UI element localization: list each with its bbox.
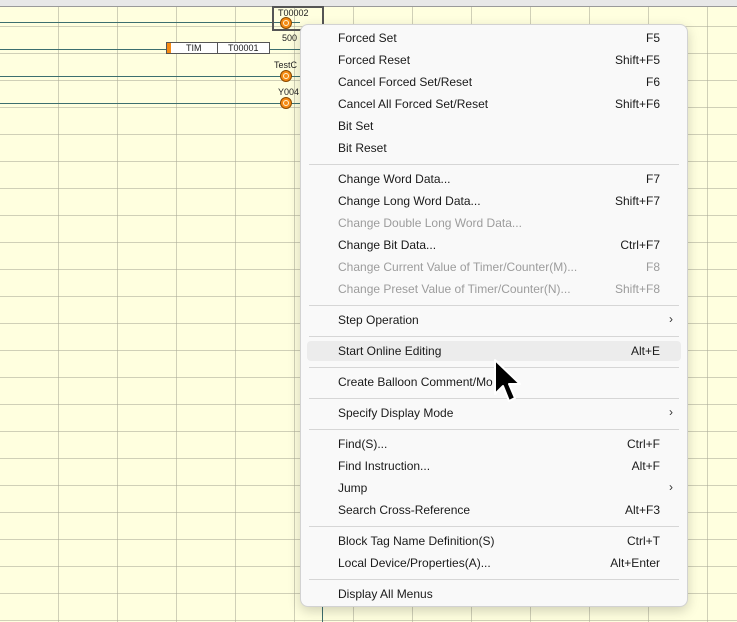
menu-item-cancel-forced-set-reset[interactable]: Cancel Forced Set/Reset F6 xyxy=(307,72,681,92)
menu-item-label: Cancel Forced Set/Reset xyxy=(338,75,473,89)
device-label: TestC xyxy=(274,60,298,70)
menu-item-label: Local Device/Properties(A)... xyxy=(338,556,491,570)
menu-item-label: Start Online Editing xyxy=(338,344,442,358)
menu-item-find-instruction[interactable]: Find Instruction... Alt+F xyxy=(307,456,681,476)
context-menu: Forced Set F5 Forced Reset Shift+F5 Cancel F… xyxy=(300,24,688,607)
menu-item-change-word-data[interactable]: Change Word Data... F7 xyxy=(307,169,681,189)
menu-item-step-operation[interactable]: Step Operation › xyxy=(307,310,681,330)
menu-item-label: Search Cross-Reference xyxy=(338,503,471,517)
menu-item-search-cross-reference[interactable]: Search Cross-Reference Alt+F3 xyxy=(307,500,681,520)
menu-item-label: Change Preset Value of Timer/Counter(N).… xyxy=(338,282,571,296)
rung-line xyxy=(0,76,300,77)
menu-item-find-s[interactable]: Find(S)... Ctrl+F xyxy=(307,434,681,454)
chevron-right-icon: › xyxy=(669,480,673,494)
menu-item-shortcut: Ctrl+F xyxy=(627,437,660,451)
menu-item-forced-set[interactable]: Forced Set F5 xyxy=(307,28,681,48)
menu-item-label: Find(S)... xyxy=(338,437,388,451)
menu-item-shortcut: Shift+F7 xyxy=(614,194,660,208)
chevron-right-icon: › xyxy=(669,405,673,419)
mouse-pointer-icon xyxy=(494,359,521,402)
menu-item-shortcut: Alt+F xyxy=(631,459,660,473)
menu-item-shortcut: F8 xyxy=(645,260,660,274)
menu-item-bit-reset[interactable]: Bit Reset xyxy=(307,138,681,158)
menu-item-label: Jump xyxy=(338,481,368,495)
menu-item-cancel-all-forced-set-reset[interactable]: Cancel All Forced Set/Reset Shift+F6 xyxy=(307,94,681,114)
preset-label: 500 xyxy=(282,33,298,43)
instruction-operand: T00001 xyxy=(227,43,259,53)
menu-item-label: Block Tag Name Definition(S) xyxy=(338,534,495,548)
menu-item-specify-display-mode[interactable]: Specify Display Mode › xyxy=(307,403,681,423)
menu-item-shortcut: Ctrl+T xyxy=(627,534,660,548)
menu-item-bit-set[interactable]: Bit Set xyxy=(307,116,681,136)
menu-item-label: Change Bit Data... xyxy=(338,238,437,252)
menu-item-display-all-menus[interactable]: Display All Menus xyxy=(307,584,681,604)
menu-separator xyxy=(309,526,679,527)
menu-item-label: Forced Reset xyxy=(338,53,411,67)
menu-item-label: Step Operation xyxy=(338,313,419,327)
menu-item-shortcut: F7 xyxy=(645,172,660,186)
menu-item-change-double-long-word-data: Change Double Long Word Data... xyxy=(307,213,681,233)
menu-item-label: Cancel All Forced Set/Reset xyxy=(338,97,489,111)
menu-item-shortcut: Shift+F5 xyxy=(614,53,660,67)
instruction-name: TIM xyxy=(171,43,218,53)
menu-separator xyxy=(309,336,679,337)
output-coil-icon[interactable] xyxy=(280,97,292,109)
output-coil-icon[interactable] xyxy=(280,70,292,82)
menu-separator xyxy=(309,429,679,430)
menu-item-change-preset-value-of-timer-counter-n: Change Preset Value of Timer/Counter(N).… xyxy=(307,279,681,299)
chevron-right-icon: › xyxy=(669,312,673,326)
menu-item-label: Bit Reset xyxy=(338,141,387,155)
menu-item-shortcut: F6 xyxy=(645,75,660,89)
output-coil-icon[interactable] xyxy=(280,17,292,29)
menu-item-shortcut: Alt+Enter xyxy=(610,556,660,570)
menu-item-label: Change Current Value of Timer/Counter(M)… xyxy=(338,260,578,274)
device-label: Y004 xyxy=(278,87,300,97)
menu-item-local-device-properties-a[interactable]: Local Device/Properties(A)... Alt+Enter xyxy=(307,553,681,573)
menu-item-label: Change Long Word Data... xyxy=(338,194,481,208)
menu-item-change-current-value-of-timer-counter-m: Change Current Value of Timer/Counter(M)… xyxy=(307,257,681,277)
menu-item-label: Forced Set xyxy=(338,31,397,45)
menu-item-shortcut: Shift+F6 xyxy=(614,97,660,111)
menu-item-jump[interactable]: Jump › xyxy=(307,478,681,498)
menu-item-label: Find Instruction... xyxy=(338,459,431,473)
menu-item-label: Create Balloon Comment/Mo xyxy=(338,375,493,389)
menu-item-label: Change Word Data... xyxy=(338,172,451,186)
menu-item-change-bit-data[interactable]: Change Bit Data... Ctrl+F7 xyxy=(307,235,681,255)
menu-separator xyxy=(309,305,679,306)
menu-item-shortcut: Shift+F8 xyxy=(614,282,660,296)
menu-item-label: Display All Menus xyxy=(338,587,433,601)
editor-top-border xyxy=(0,0,737,7)
rung-line xyxy=(0,103,300,104)
menu-item-shortcut: Alt+E xyxy=(630,344,660,358)
menu-separator xyxy=(309,164,679,165)
menu-item-change-long-word-data[interactable]: Change Long Word Data... Shift+F7 xyxy=(307,191,681,211)
menu-item-shortcut: F5 xyxy=(645,31,660,45)
menu-item-block-tag-name-definition-s[interactable]: Block Tag Name Definition(S) Ctrl+T xyxy=(307,531,681,551)
menu-item-label: Bit Set xyxy=(338,119,374,133)
menu-separator xyxy=(309,579,679,580)
menu-item-label: Change Double Long Word Data... xyxy=(338,216,522,230)
menu-item-forced-reset[interactable]: Forced Reset Shift+F5 xyxy=(307,50,681,70)
menu-item-shortcut: Ctrl+F7 xyxy=(620,238,660,252)
rung-line xyxy=(0,22,300,23)
timer-instruction-block[interactable]: TIM T00001 xyxy=(166,42,270,54)
menu-item-label: Specify Display Mode xyxy=(338,406,454,420)
menu-item-shortcut: Alt+F3 xyxy=(624,503,660,517)
device-label: T00002 xyxy=(278,8,309,18)
